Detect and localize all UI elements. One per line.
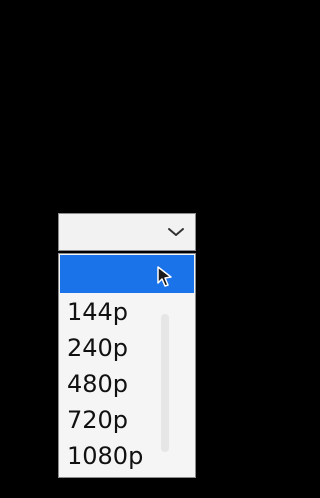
option-highlighted[interactable]: [60, 255, 194, 293]
option-720p[interactable]: 720p: [59, 402, 195, 438]
quality-dropdown-list: 144p 240p 480p 720p 1080p: [58, 253, 196, 478]
mouse-cursor-icon: [157, 266, 172, 287]
option-1080p[interactable]: 1080p: [59, 438, 195, 474]
screen: 144p 240p 480p 720p 1080p: [0, 0, 280, 498]
option-144p[interactable]: 144p: [59, 294, 195, 330]
chevron-down-icon: [168, 228, 184, 236]
quality-select[interactable]: [58, 213, 196, 251]
option-240p[interactable]: 240p: [59, 330, 195, 366]
option-480p[interactable]: 480p: [59, 366, 195, 402]
